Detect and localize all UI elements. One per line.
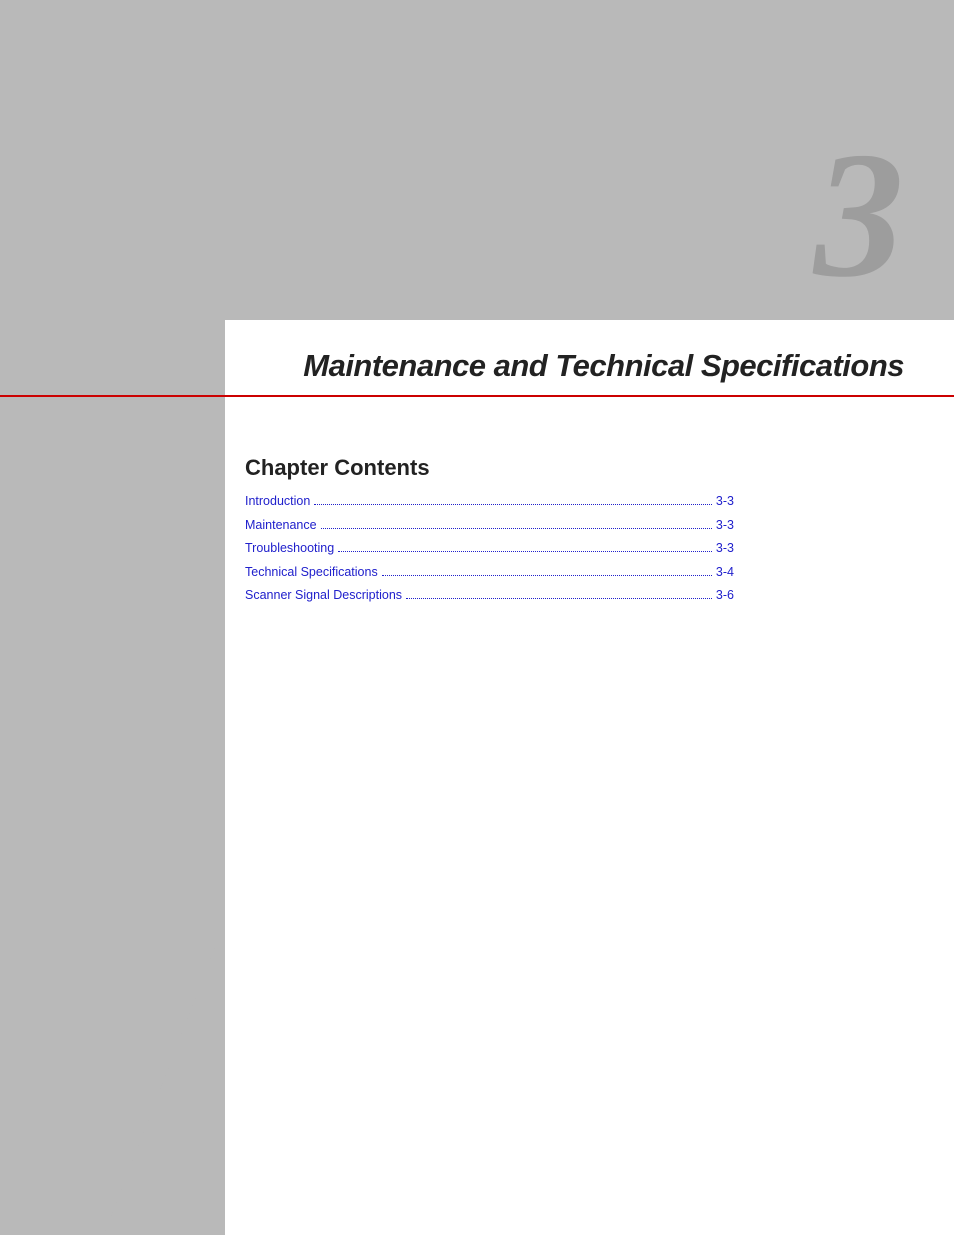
toc-row[interactable]: Troubleshooting 3-3 xyxy=(245,540,734,558)
chapter-number: 3 xyxy=(814,125,904,305)
toc-page: 3-3 xyxy=(716,493,734,511)
chapter-contents: Chapter Contents Introduction 3-3 Mainte… xyxy=(245,455,734,611)
toc-label: Introduction xyxy=(245,493,310,511)
toc-dots xyxy=(321,528,712,529)
decorative-gray-corner xyxy=(0,925,260,1235)
toc-label: Technical Specifications xyxy=(245,564,378,582)
toc-dots xyxy=(338,551,712,552)
toc-page: 3-3 xyxy=(716,540,734,558)
toc-row[interactable]: Scanner Signal Descriptions 3-6 xyxy=(245,587,734,605)
divider-red-horizontal xyxy=(0,395,954,397)
toc-row[interactable]: Technical Specifications 3-4 xyxy=(245,564,734,582)
toc-dots xyxy=(406,598,712,599)
toc-dots xyxy=(314,504,712,505)
toc-label: Troubleshooting xyxy=(245,540,334,558)
toc-row[interactable]: Introduction 3-3 xyxy=(245,493,734,511)
contents-heading: Chapter Contents xyxy=(245,455,734,481)
toc-label: Scanner Signal Descriptions xyxy=(245,587,402,605)
toc-row[interactable]: Maintenance 3-3 xyxy=(245,517,734,535)
toc-page: 3-6 xyxy=(716,587,734,605)
toc-page: 3-3 xyxy=(716,517,734,535)
chapter-title: Maintenance and Technical Specifications xyxy=(303,348,904,384)
toc-page: 3-4 xyxy=(716,564,734,582)
toc-label: Maintenance xyxy=(245,517,317,535)
toc-dots xyxy=(382,575,712,576)
